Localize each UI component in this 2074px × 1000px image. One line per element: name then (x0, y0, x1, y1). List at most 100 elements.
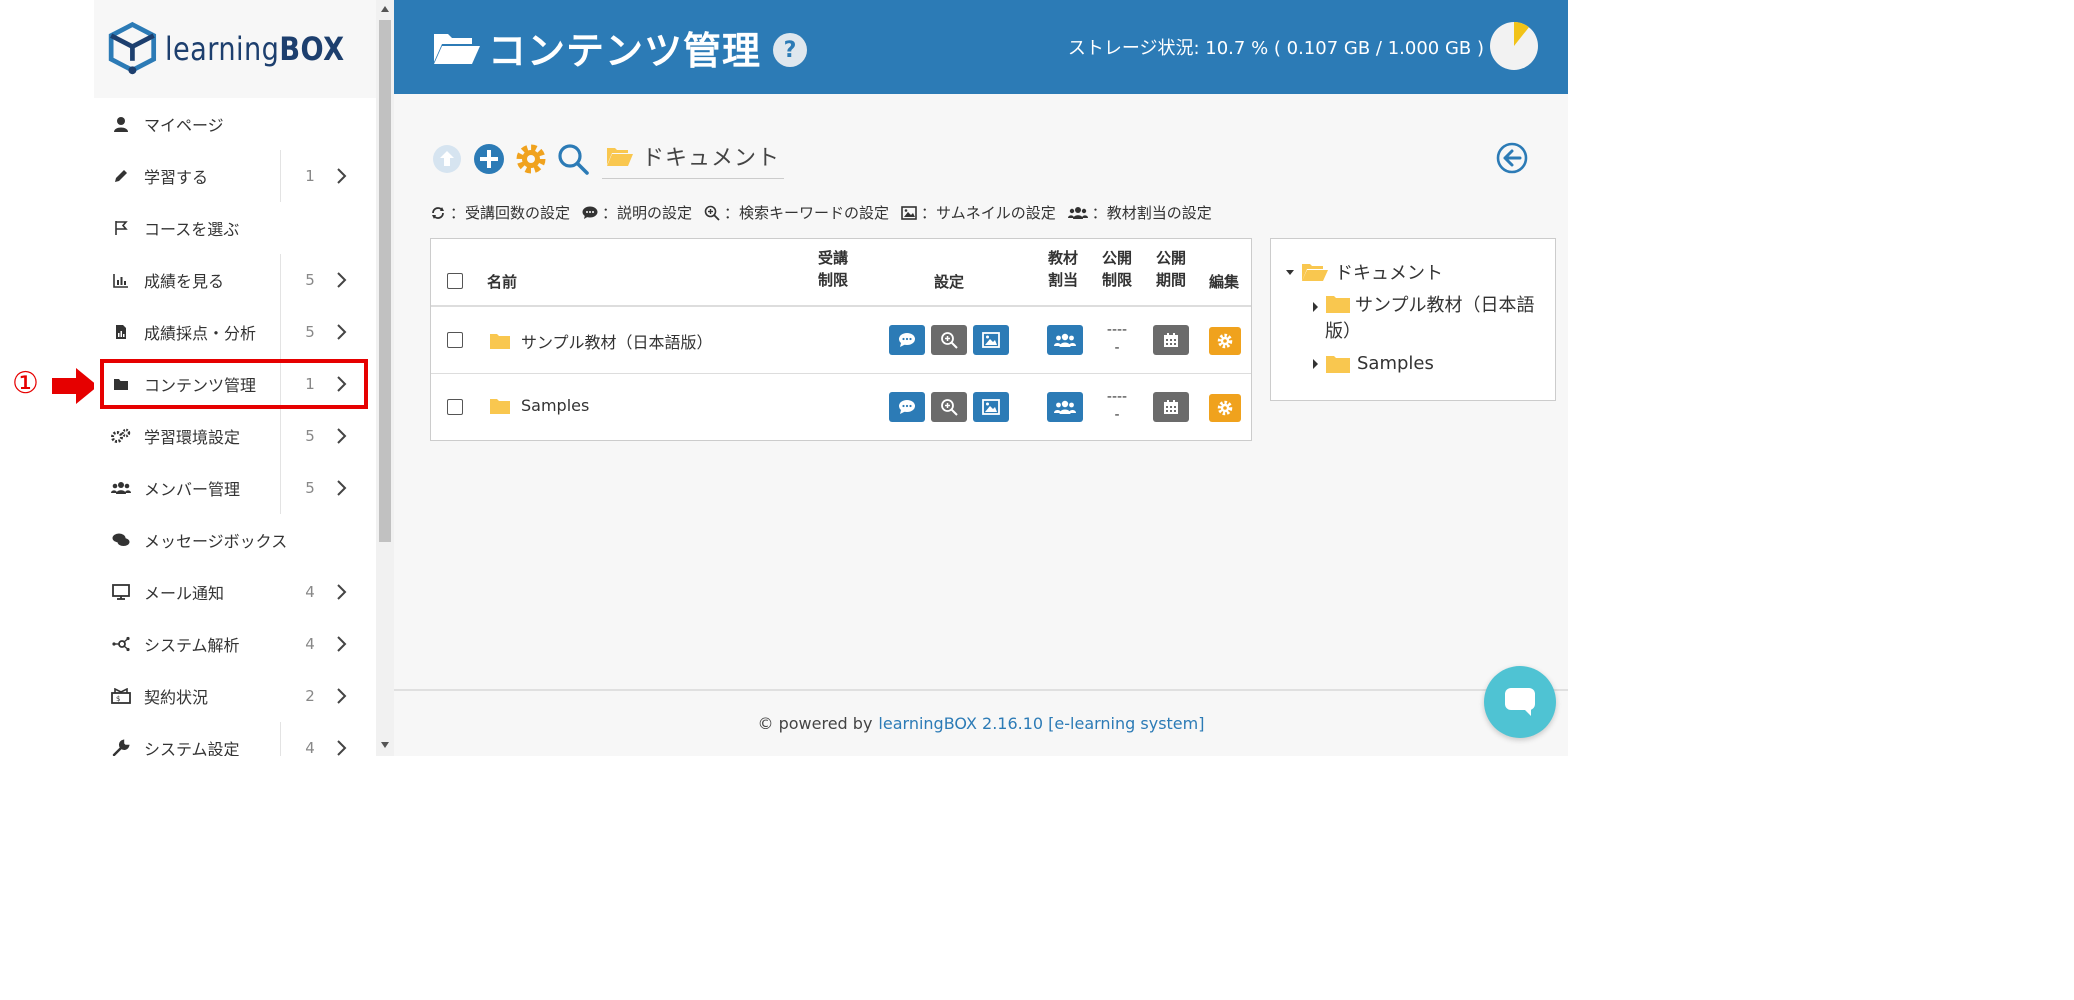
row-name[interactable]: Samples (489, 396, 589, 415)
plus-circle-icon (474, 144, 504, 174)
sidebar-item-member-management[interactable]: メンバー管理 5 (94, 462, 376, 514)
item-count: 5 (305, 479, 315, 497)
sidebar-item-label: メッセージボックス (144, 532, 288, 551)
divider (280, 150, 281, 202)
divider (280, 358, 281, 410)
publish-period-button[interactable] (1153, 392, 1189, 422)
description-setting-button[interactable] (889, 392, 925, 422)
tree-node-label: サンプル教材（日本語版） (1325, 295, 1535, 342)
material-assign-button[interactable] (1047, 325, 1083, 355)
step-callout: ① (8, 364, 98, 404)
chevron-right-icon[interactable] (334, 738, 350, 756)
divider (280, 722, 281, 756)
tree-root-label: ドキュメント (1335, 263, 1443, 284)
sidebar-item-message-box[interactable]: メッセージボックス (94, 514, 376, 566)
logo[interactable]: learningBOX (94, 0, 376, 98)
sidebar-item-label: メンバー管理 (144, 480, 241, 499)
sidebar-item-contract-status[interactable]: $ 契約状況 2 (94, 670, 376, 722)
edit-button[interactable] (1209, 394, 1241, 422)
material-assign-button[interactable] (1047, 392, 1083, 422)
chevron-right-icon[interactable] (334, 166, 350, 186)
caret-right-icon[interactable] (1311, 358, 1319, 370)
chevron-right-icon[interactable] (334, 322, 350, 342)
sidebar-item-mail-notice[interactable]: メール通知 4 (94, 566, 376, 618)
scroll-up-arrow-icon[interactable] (380, 4, 390, 14)
folder-open-icon (434, 34, 480, 64)
contract-icon: $ (110, 688, 132, 704)
tree-node[interactable]: Samples (1311, 353, 1541, 374)
back-arrow-circle-icon[interactable] (1496, 142, 1528, 174)
keyword-setting-button[interactable] (931, 392, 967, 422)
footer-link[interactable]: learningBOX 2.16.10 [e-learning system] (878, 714, 1204, 733)
chat-bubble-icon (1505, 688, 1535, 716)
sidebar-item-learning-settings[interactable]: 学習環境設定 5 (94, 410, 376, 462)
tree-node[interactable]: サンプル教材（日本語版） (1311, 293, 1541, 345)
sidebar-scrollbar[interactable] (376, 0, 394, 756)
chevron-right-icon[interactable] (334, 478, 350, 498)
add-button[interactable] (472, 142, 506, 176)
search-button[interactable] (556, 142, 590, 176)
sidebar-item-system-analysis[interactable]: システム解析 4 (94, 618, 376, 670)
chevron-right-icon[interactable] (334, 426, 350, 446)
description-setting-button[interactable] (889, 325, 925, 355)
parent-folder-button[interactable] (430, 142, 464, 176)
step-number: ① (12, 366, 39, 401)
row-checkbox[interactable] (447, 399, 463, 415)
sidebar-item-label: 学習する (144, 168, 209, 187)
settings-button[interactable] (514, 142, 548, 176)
flag-icon (110, 220, 132, 236)
sidebar-item-content-management[interactable]: コンテンツ管理 1 (94, 358, 376, 410)
row-name[interactable]: サンプル教材（日本語版） (489, 329, 713, 353)
chevron-right-icon[interactable] (334, 634, 350, 654)
folder-open-icon (1302, 264, 1328, 281)
image-icon (982, 332, 1000, 348)
row-checkbox[interactable] (447, 332, 463, 348)
gears-icon (110, 428, 132, 444)
help-button[interactable]: ? (773, 33, 808, 67)
scrollbar-thumb[interactable] (379, 20, 391, 542)
repeat-icon (432, 206, 444, 219)
tree-root[interactable]: ドキュメント (1285, 259, 1541, 285)
calendar-icon (1164, 400, 1178, 414)
caret-right-icon[interactable] (1311, 301, 1319, 313)
sidebar-item-mypage[interactable]: マイページ (94, 98, 376, 150)
item-count: 1 (305, 375, 315, 393)
chevron-right-icon[interactable] (334, 582, 350, 602)
breadcrumb[interactable]: ドキュメント (602, 140, 785, 179)
main-content: コンテンツ管理 ? ストレージ状況: 10.7 % ( 0.107 GB / 1… (394, 0, 1568, 756)
sidebar-item-grading[interactable]: 成績採点・分析 5 (94, 306, 376, 358)
edit-button[interactable] (1209, 327, 1241, 355)
thumbnail-setting-button[interactable] (973, 392, 1009, 422)
legend-item: ：説明の設定 (582, 202, 692, 223)
thumbnail-setting-button[interactable] (973, 325, 1009, 355)
select-all-checkbox[interactable] (447, 273, 463, 289)
column-header-name[interactable]: 名前 (487, 271, 517, 293)
caret-down-icon[interactable] (1285, 267, 1295, 277)
item-count: 4 (305, 739, 315, 756)
table-row[interactable]: Samples ---- - (431, 374, 1251, 441)
sidebar-item-system-settings[interactable]: システム設定 4 (94, 722, 376, 756)
chevron-right-icon[interactable] (334, 686, 350, 706)
chevron-right-icon[interactable] (334, 270, 350, 290)
search-plus-icon (941, 332, 958, 349)
svg-text:$: $ (116, 695, 120, 703)
chat-widget-button[interactable] (1484, 666, 1556, 738)
sidebar-item-grades[interactable]: 成績を見る 5 (94, 254, 376, 306)
search-icon (558, 144, 589, 175)
chevron-right-icon[interactable] (334, 374, 350, 394)
storage-pie-chart (1490, 22, 1538, 70)
scroll-down-arrow-icon[interactable] (380, 740, 390, 750)
item-count: 4 (305, 583, 315, 601)
sidebar-item-courses[interactable]: コースを選ぶ (94, 202, 376, 254)
sidebar-item-label: システム設定 (144, 740, 240, 756)
legend-item: ：検索キーワードの設定 (704, 202, 889, 223)
column-header-edit: 編集 (1208, 273, 1239, 291)
table-row[interactable]: サンプル教材（日本語版） ---- - (431, 307, 1251, 374)
sidebar: learningBOX マイページ 学習する 1 コースを選ぶ 成績を見る 5 … (94, 0, 376, 756)
search-plus-icon (704, 205, 720, 221)
publish-period-button[interactable] (1153, 325, 1189, 355)
sidebar-item-learn[interactable]: 学習する 1 (94, 150, 376, 202)
keyword-setting-button[interactable] (931, 325, 967, 355)
row-name-label: サンプル教材（日本語版） (521, 333, 713, 352)
sidebar-menu: マイページ 学習する 1 コースを選ぶ 成績を見る 5 成績採点・分析 5 コン… (94, 98, 376, 756)
